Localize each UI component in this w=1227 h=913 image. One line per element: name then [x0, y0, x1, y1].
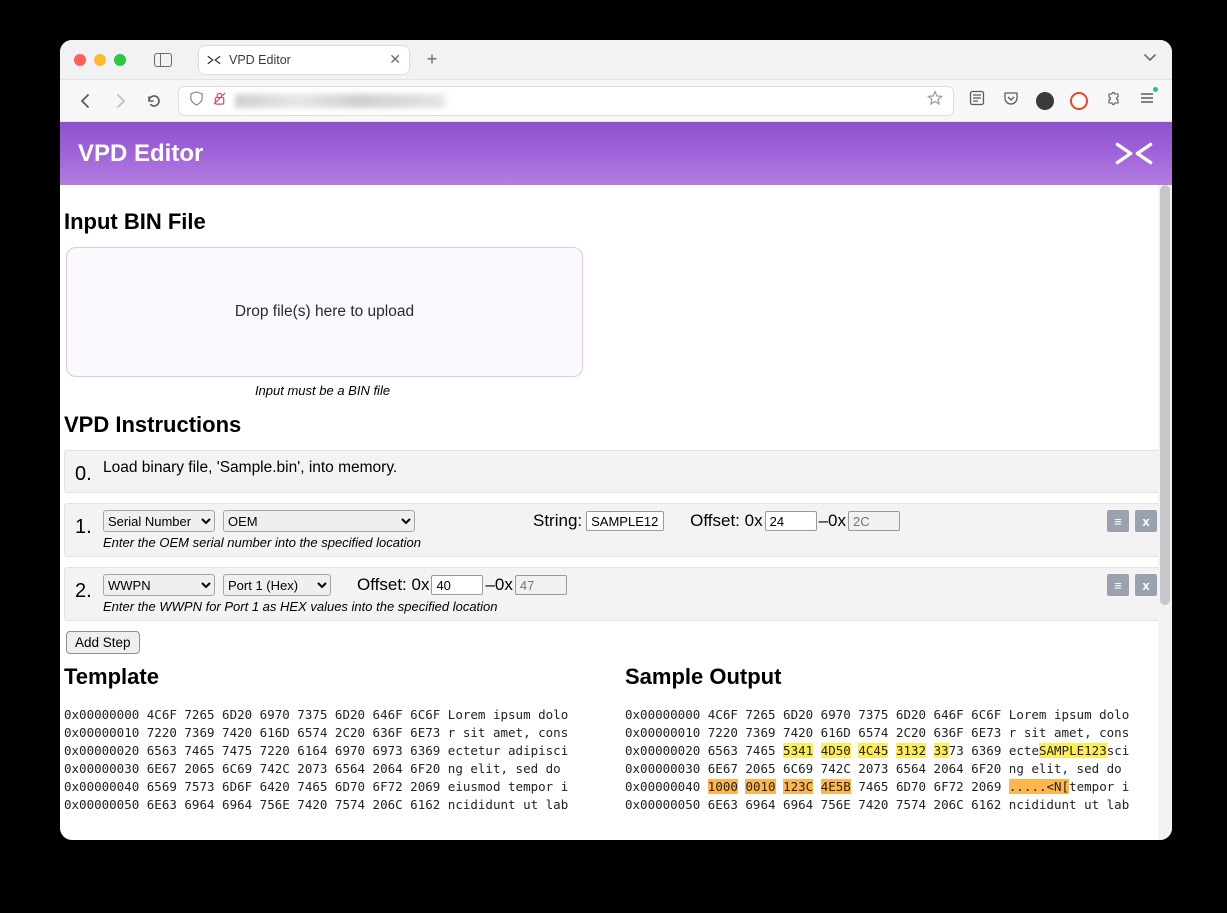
- step2-reorder-button[interactable]: ≡: [1107, 574, 1129, 596]
- lock-broken-icon: [212, 91, 227, 111]
- window-titlebar: VPD Editor ✕ +: [60, 40, 1172, 80]
- file-dropzone[interactable]: Drop file(s) here to upload: [66, 247, 583, 377]
- tab-close-icon[interactable]: ✕: [389, 51, 401, 68]
- traffic-lights: [74, 54, 126, 66]
- tabs-overflow-icon[interactable]: [1142, 49, 1158, 70]
- instructions-heading: VPD Instructions: [64, 412, 1168, 438]
- page-viewport: VPD Editor Input BIN File Drop file(s) h…: [60, 122, 1172, 840]
- template-heading: Template: [64, 664, 607, 690]
- pocket-icon[interactable]: [1002, 89, 1020, 112]
- tab-title: VPD Editor: [229, 53, 291, 67]
- step-index: 1.: [71, 510, 95, 539]
- extensions-puzzle-icon[interactable]: [1104, 89, 1122, 112]
- instruction-step-1: 1. Serial Number OEM String:: [64, 503, 1168, 557]
- step-text: Load binary file, 'Sample.bin', into mem…: [103, 457, 1157, 477]
- step-index: 0.: [71, 457, 95, 486]
- shield-icon: [189, 91, 204, 111]
- url-bar[interactable]: [178, 86, 954, 116]
- step2-target-select[interactable]: Port 1 (Hex): [223, 574, 331, 596]
- dropzone-hint: Input must be a BIN file: [64, 383, 581, 398]
- app-header: VPD Editor: [60, 122, 1172, 185]
- step1-description: Enter the OEM serial number into the spe…: [103, 535, 1099, 550]
- new-tab-button[interactable]: +: [418, 49, 446, 70]
- template-hex-view: 0x00000000 4C6F 7265 6D20 6970 7375 6D20…: [64, 706, 607, 814]
- browser-window: VPD Editor ✕ +: [60, 40, 1172, 840]
- template-column: Template 0x00000000 4C6F 7265 6D20 6970 …: [64, 664, 607, 814]
- step1-offset-start-input[interactable]: [765, 511, 817, 531]
- step-index: 2.: [71, 574, 95, 603]
- minimize-window-button[interactable]: [94, 54, 106, 66]
- step1-delete-button[interactable]: x: [1135, 510, 1157, 532]
- offset-label: Offset: 0x: [357, 575, 429, 595]
- url-text-blurred: [235, 94, 445, 108]
- close-window-button[interactable]: [74, 54, 86, 66]
- extension-dark-icon[interactable]: [1036, 92, 1054, 110]
- dropzone-text: Drop file(s) here to upload: [235, 303, 414, 321]
- step2-offset-end-input: [515, 575, 567, 595]
- step2-type-select[interactable]: WWPN: [103, 574, 215, 596]
- step2-offset-start-input[interactable]: [431, 575, 483, 595]
- scrollbar-thumb[interactable]: [1160, 185, 1170, 605]
- bookmark-star-icon[interactable]: [927, 90, 943, 111]
- sample-output-hex-view: 0x00000000 4C6F 7265 6D20 6970 7375 6D20…: [625, 706, 1168, 814]
- step1-target-select[interactable]: OEM: [223, 510, 415, 532]
- offset-dash: –0x: [485, 575, 512, 595]
- browser-tab[interactable]: VPD Editor ✕: [198, 45, 410, 75]
- add-step-button[interactable]: Add Step: [66, 631, 140, 654]
- instruction-step-2: 2. WWPN Port 1 (Hex) Offset: 0x –0x: [64, 567, 1168, 621]
- sidebar-toggle-icon[interactable]: [154, 53, 172, 67]
- reader-mode-icon[interactable]: [968, 89, 986, 112]
- step1-type-select[interactable]: Serial Number: [103, 510, 215, 532]
- step2-description: Enter the WWPN for Port 1 as HEX values …: [103, 599, 1099, 614]
- step1-string-input[interactable]: [586, 511, 664, 531]
- offset-dash: –0x: [819, 511, 846, 531]
- hamburger-menu-icon[interactable]: [1138, 89, 1156, 112]
- sample-output-heading: Sample Output: [625, 664, 1168, 690]
- back-button[interactable]: [76, 91, 96, 111]
- tab-favicon-icon: [207, 53, 221, 67]
- instruction-step-0: 0. Load binary file, 'Sample.bin', into …: [64, 450, 1168, 493]
- extension-orange-icon[interactable]: [1070, 92, 1088, 110]
- app-logo-icon: [1114, 141, 1154, 167]
- page-content: Input BIN File Drop file(s) here to uplo…: [60, 185, 1172, 840]
- sample-output-column: Sample Output 0x00000000 4C6F 7265 6D20 …: [625, 664, 1168, 814]
- step2-delete-button[interactable]: x: [1135, 574, 1157, 596]
- input-section-heading: Input BIN File: [64, 209, 1168, 235]
- forward-button[interactable]: [110, 91, 130, 111]
- vertical-scrollbar[interactable]: [1158, 185, 1172, 840]
- maximize-window-button[interactable]: [114, 54, 126, 66]
- step1-offset-end-input: [848, 511, 900, 531]
- offset-label: Offset: 0x: [690, 511, 762, 531]
- browser-toolbar: [60, 80, 1172, 122]
- reload-button[interactable]: [144, 91, 164, 111]
- string-label: String:: [533, 511, 582, 531]
- app-title: VPD Editor: [78, 140, 203, 168]
- extension-icons: [968, 89, 1156, 112]
- step1-reorder-button[interactable]: ≡: [1107, 510, 1129, 532]
